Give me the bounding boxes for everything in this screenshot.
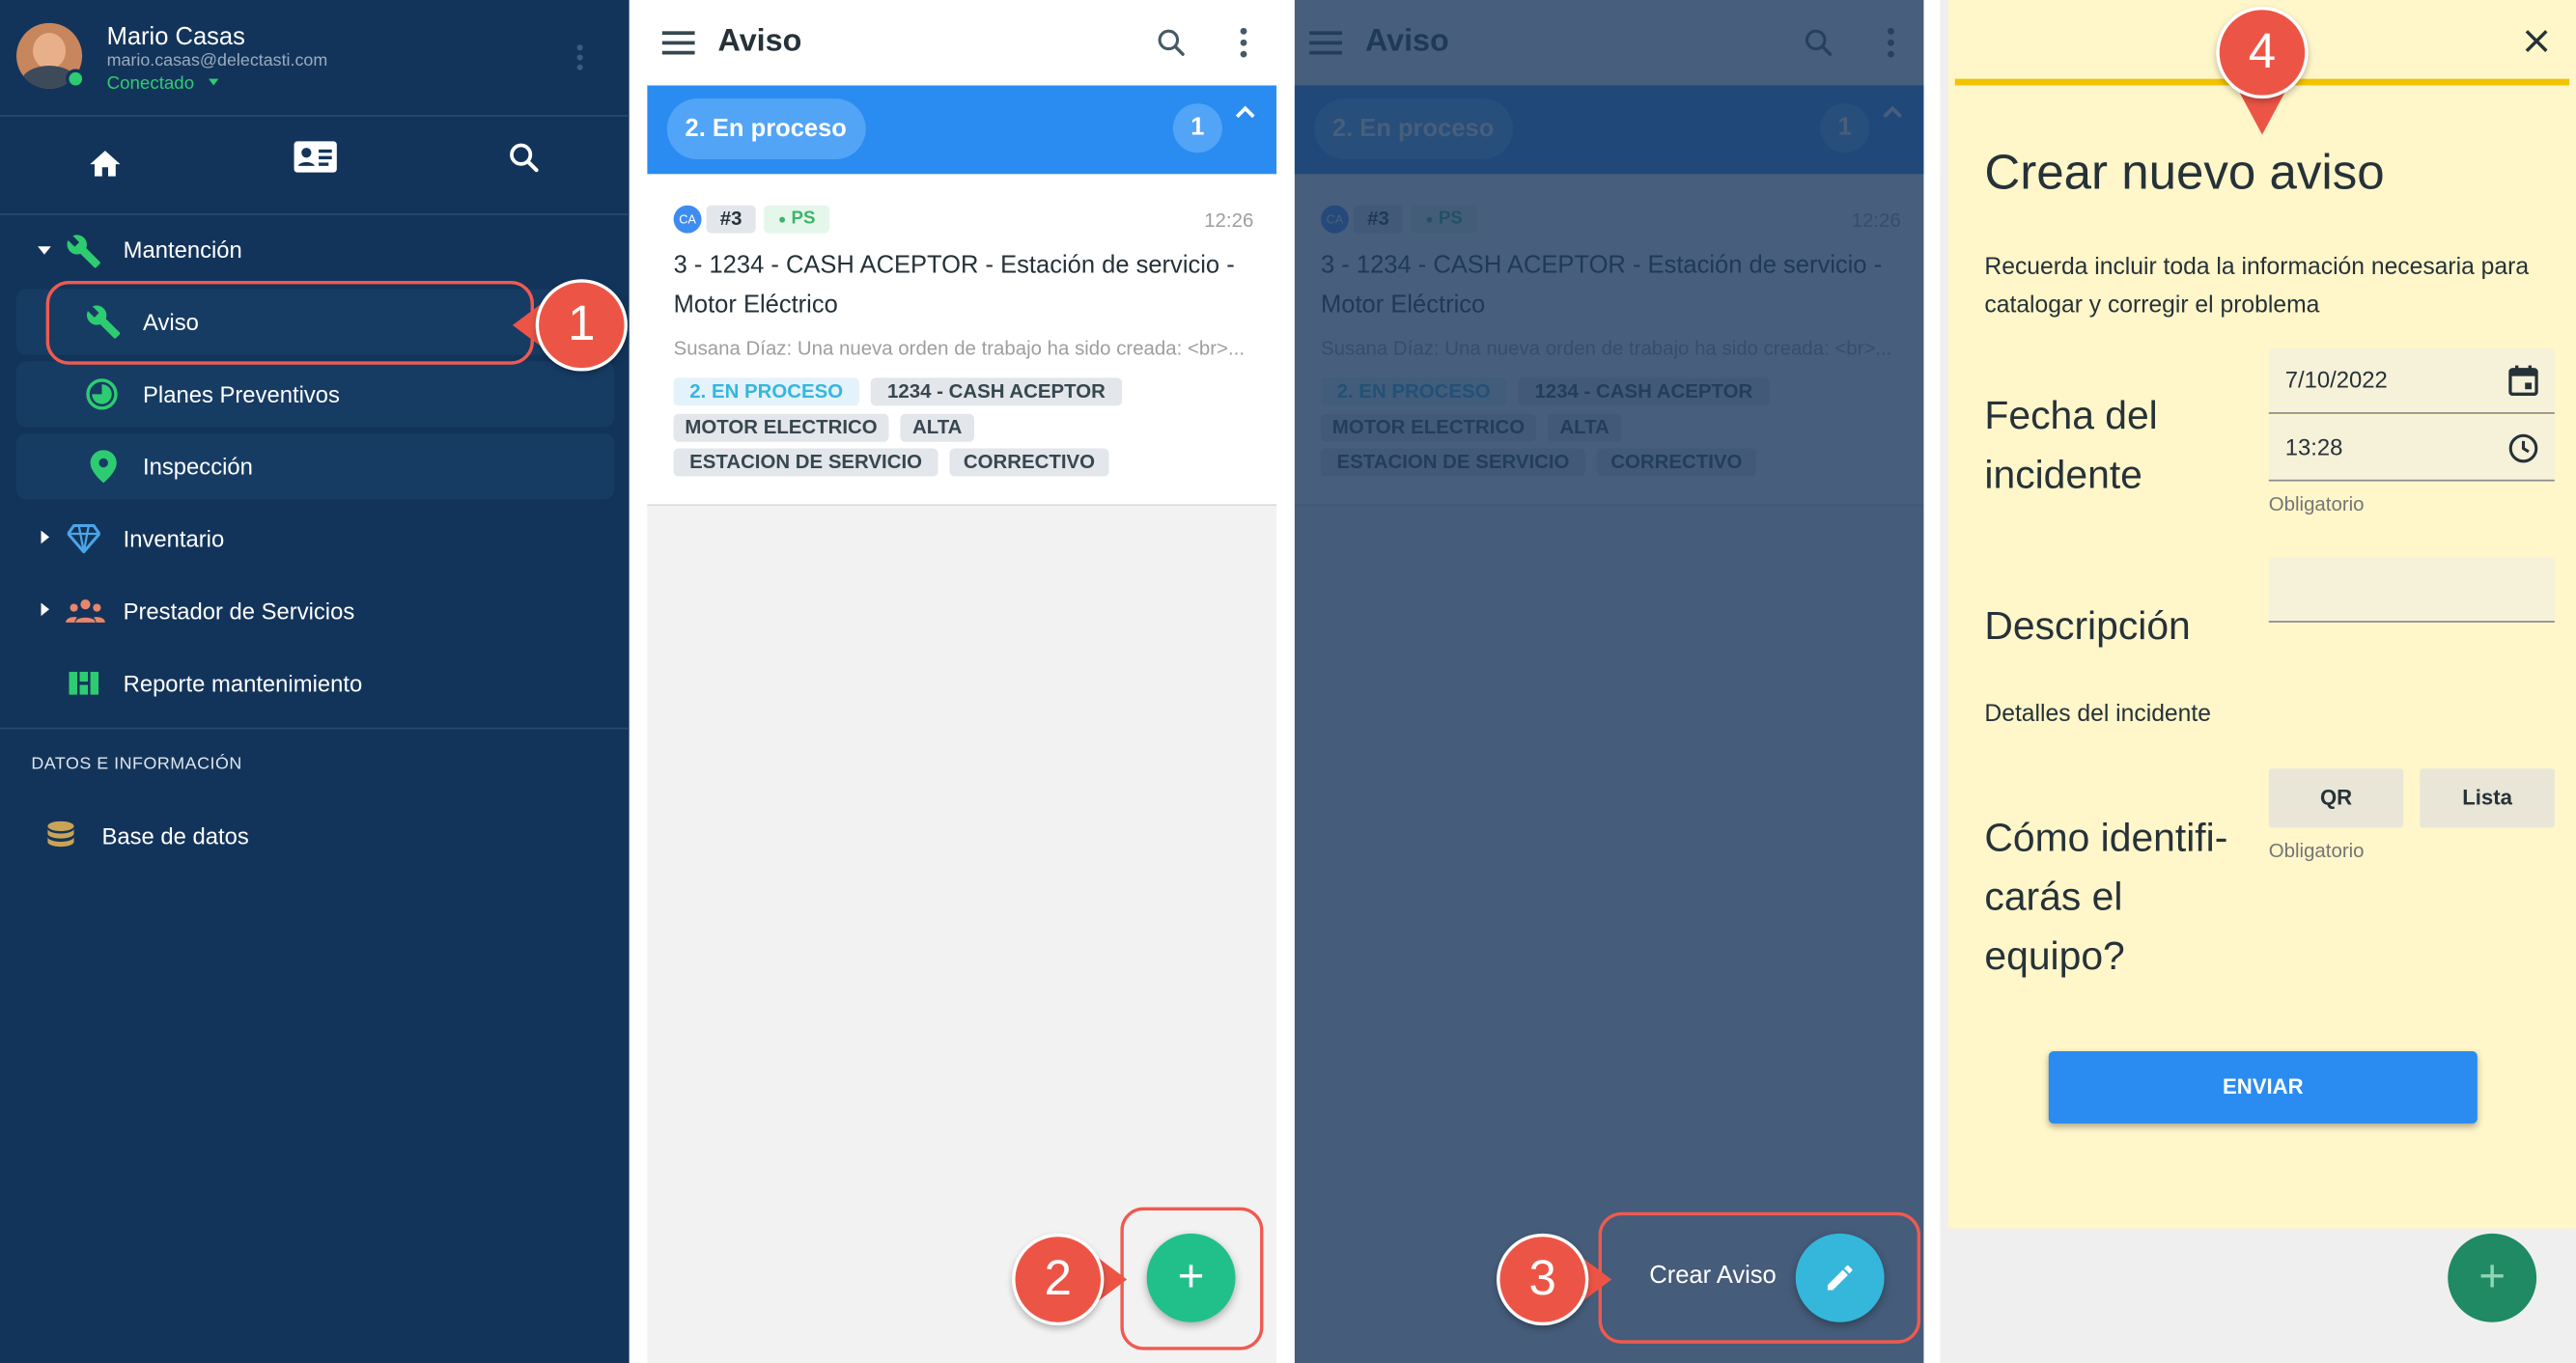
required-hint: Obligatorio <box>2268 492 2365 516</box>
wrench-icon <box>67 235 100 268</box>
user-name: Mario Casas <box>106 22 245 51</box>
callout-number: 3 <box>1497 1233 1589 1326</box>
tag: 2. EN PROCESO <box>673 377 859 406</box>
page-title: Aviso <box>717 24 802 60</box>
add-aviso-fab-dimmed: + <box>2448 1233 2537 1322</box>
chevron-up-icon[interactable] <box>1234 103 1257 120</box>
tag: MOTOR ELECTRICO <box>673 413 889 442</box>
modal-backdrop[interactable] <box>1294 0 1924 1363</box>
group-label: 2. En proceso <box>666 98 866 160</box>
caret-right-icon <box>41 530 50 544</box>
tag: ALTA <box>900 413 974 442</box>
required-hint: Obligatorio <box>2268 839 2365 863</box>
date-value: 7/10/2022 <box>2284 366 2388 393</box>
home-icon[interactable] <box>87 146 123 181</box>
assignee-badge: ● PS <box>764 205 830 234</box>
aviso-overlay-panel: Aviso 2. En proceso 1 CA #3 ● PS 12:26 3… <box>1294 0 1924 1363</box>
callout-number: 2 <box>1012 1233 1105 1326</box>
menu-item-label: Prestador de Servicios <box>123 598 355 625</box>
menu-item-label: Planes Preventivos <box>143 380 340 407</box>
callout-3: 3 <box>1497 1233 1612 1326</box>
date-field[interactable]: 7/10/2022 <box>2268 348 2555 414</box>
menu-item-label: Inventario <box>123 525 225 552</box>
more-vertical-icon[interactable] <box>1236 26 1252 59</box>
search-icon[interactable] <box>506 140 542 176</box>
status-dropdown-icon <box>209 78 219 86</box>
qr-button[interactable]: QR <box>2268 768 2404 828</box>
card-time: 12:26 <box>1204 209 1254 232</box>
person-icon: ● <box>778 211 787 227</box>
caret-right-icon <box>41 602 50 617</box>
calendar-icon[interactable] <box>2508 365 2538 397</box>
diamond-icon <box>67 523 100 554</box>
user-status[interactable]: Conectado <box>107 74 219 94</box>
group-count-badge: 1 <box>1172 103 1222 153</box>
aviso-list-panel: Aviso 2. En proceso 1 CA #3 ● PS 12:26 3… <box>647 0 1277 1363</box>
divider <box>0 213 630 215</box>
more-vertical-icon[interactable] <box>572 42 588 74</box>
identify-label: Cómo identifi-carás el equipo? <box>1984 816 2228 980</box>
divider <box>0 727 630 730</box>
contact-card-icon[interactable] <box>293 138 339 178</box>
callout-2: 2 <box>1012 1233 1128 1326</box>
card-title: 3 - 1234 - CASH ACEPTOR - Estación de se… <box>673 251 1235 320</box>
clock-icon[interactable] <box>2508 433 2538 463</box>
menu-item-planes-preventivos[interactable]: Planes Preventivos <box>16 361 615 428</box>
menu-item-label: Inspección <box>143 453 253 480</box>
tag: 1234 - CASH ACEPTOR <box>870 377 1123 406</box>
close-icon[interactable] <box>2524 28 2550 54</box>
callout-1: 1 <box>512 279 628 372</box>
database-icon <box>47 821 74 848</box>
menu-item-inspeccion[interactable]: Inspección <box>16 433 615 500</box>
caret-down-icon <box>38 246 51 255</box>
menu-item-base-de-datos[interactable]: Base de datos <box>16 803 614 869</box>
group-header[interactable]: 2. En proceso 1 <box>647 85 1277 175</box>
avatar: CA <box>673 205 702 234</box>
user-status-label: Conectado <box>106 73 195 94</box>
group-icon <box>66 599 105 623</box>
location-pin-icon <box>90 450 117 484</box>
date-label: Fecha del incidente <box>1984 394 2158 498</box>
form-intro: Recuerda incluir toda la información nec… <box>1984 254 2530 320</box>
tag: CORRECTIVO <box>949 448 1109 477</box>
search-icon[interactable] <box>1155 26 1188 59</box>
time-value: 13:28 <box>2284 433 2343 460</box>
callout-4: 4 <box>2216 6 2309 135</box>
user-email: mario.casas@delectasti.com <box>106 50 328 71</box>
menu-item-reporte-mantenimiento[interactable]: Reporte mantenimiento <box>16 651 614 716</box>
timer-circle-icon <box>86 378 118 410</box>
hamburger-menu-icon[interactable] <box>661 30 695 56</box>
menu-item-label: Mantención <box>123 236 242 264</box>
highlight-aviso <box>45 280 534 365</box>
dashboard-icon <box>69 671 99 695</box>
menu-item-mantencion[interactable]: Mantención <box>16 217 614 283</box>
details-label: Detalles del incidente <box>1984 701 2211 728</box>
online-status-dot <box>66 69 86 89</box>
menu-item-inventario[interactable]: Inventario <box>16 506 614 571</box>
list-button[interactable]: Lista <box>2420 768 2555 828</box>
description-label: Descripción <box>1984 604 2191 650</box>
menu-item-label: Base de datos <box>101 822 249 849</box>
callout-number: 1 <box>535 279 628 372</box>
menu-item-prestador-de-servicios[interactable]: Prestador de Servicios <box>16 578 614 644</box>
highlight-create-aviso <box>1598 1211 1921 1344</box>
aviso-card[interactable]: CA #3 ● PS 12:26 3 - 1234 - CASH ACEPTOR… <box>647 174 1277 507</box>
time-field[interactable]: 13:28 <box>2268 415 2555 482</box>
submit-button[interactable]: ENVIAR <box>2048 1050 2478 1124</box>
app-bar: Aviso <box>647 0 1277 86</box>
assignee-label: PS <box>791 209 816 229</box>
order-number: #3 <box>706 205 756 234</box>
card-subtitle: Susana Díaz: Una nueva orden de trabajo … <box>673 336 1245 360</box>
sidebar: Mario Casas mario.casas@delectasti.com C… <box>0 0 630 1363</box>
menu-item-label: Reporte mantenimiento <box>123 670 363 697</box>
create-aviso-form: Crear nuevo aviso Recuerda incluir toda … <box>1947 0 2576 1229</box>
form-title: Crear nuevo aviso <box>1984 146 2385 201</box>
description-field[interactable] <box>2268 556 2555 623</box>
callout-number: 4 <box>2216 6 2309 99</box>
tag: ESTACION DE SERVICIO <box>673 448 938 477</box>
section-label: DATOS E INFORMACIÓN <box>31 753 242 774</box>
sidebar-top-nav <box>0 115 630 213</box>
highlight-add-fab <box>1120 1207 1264 1350</box>
